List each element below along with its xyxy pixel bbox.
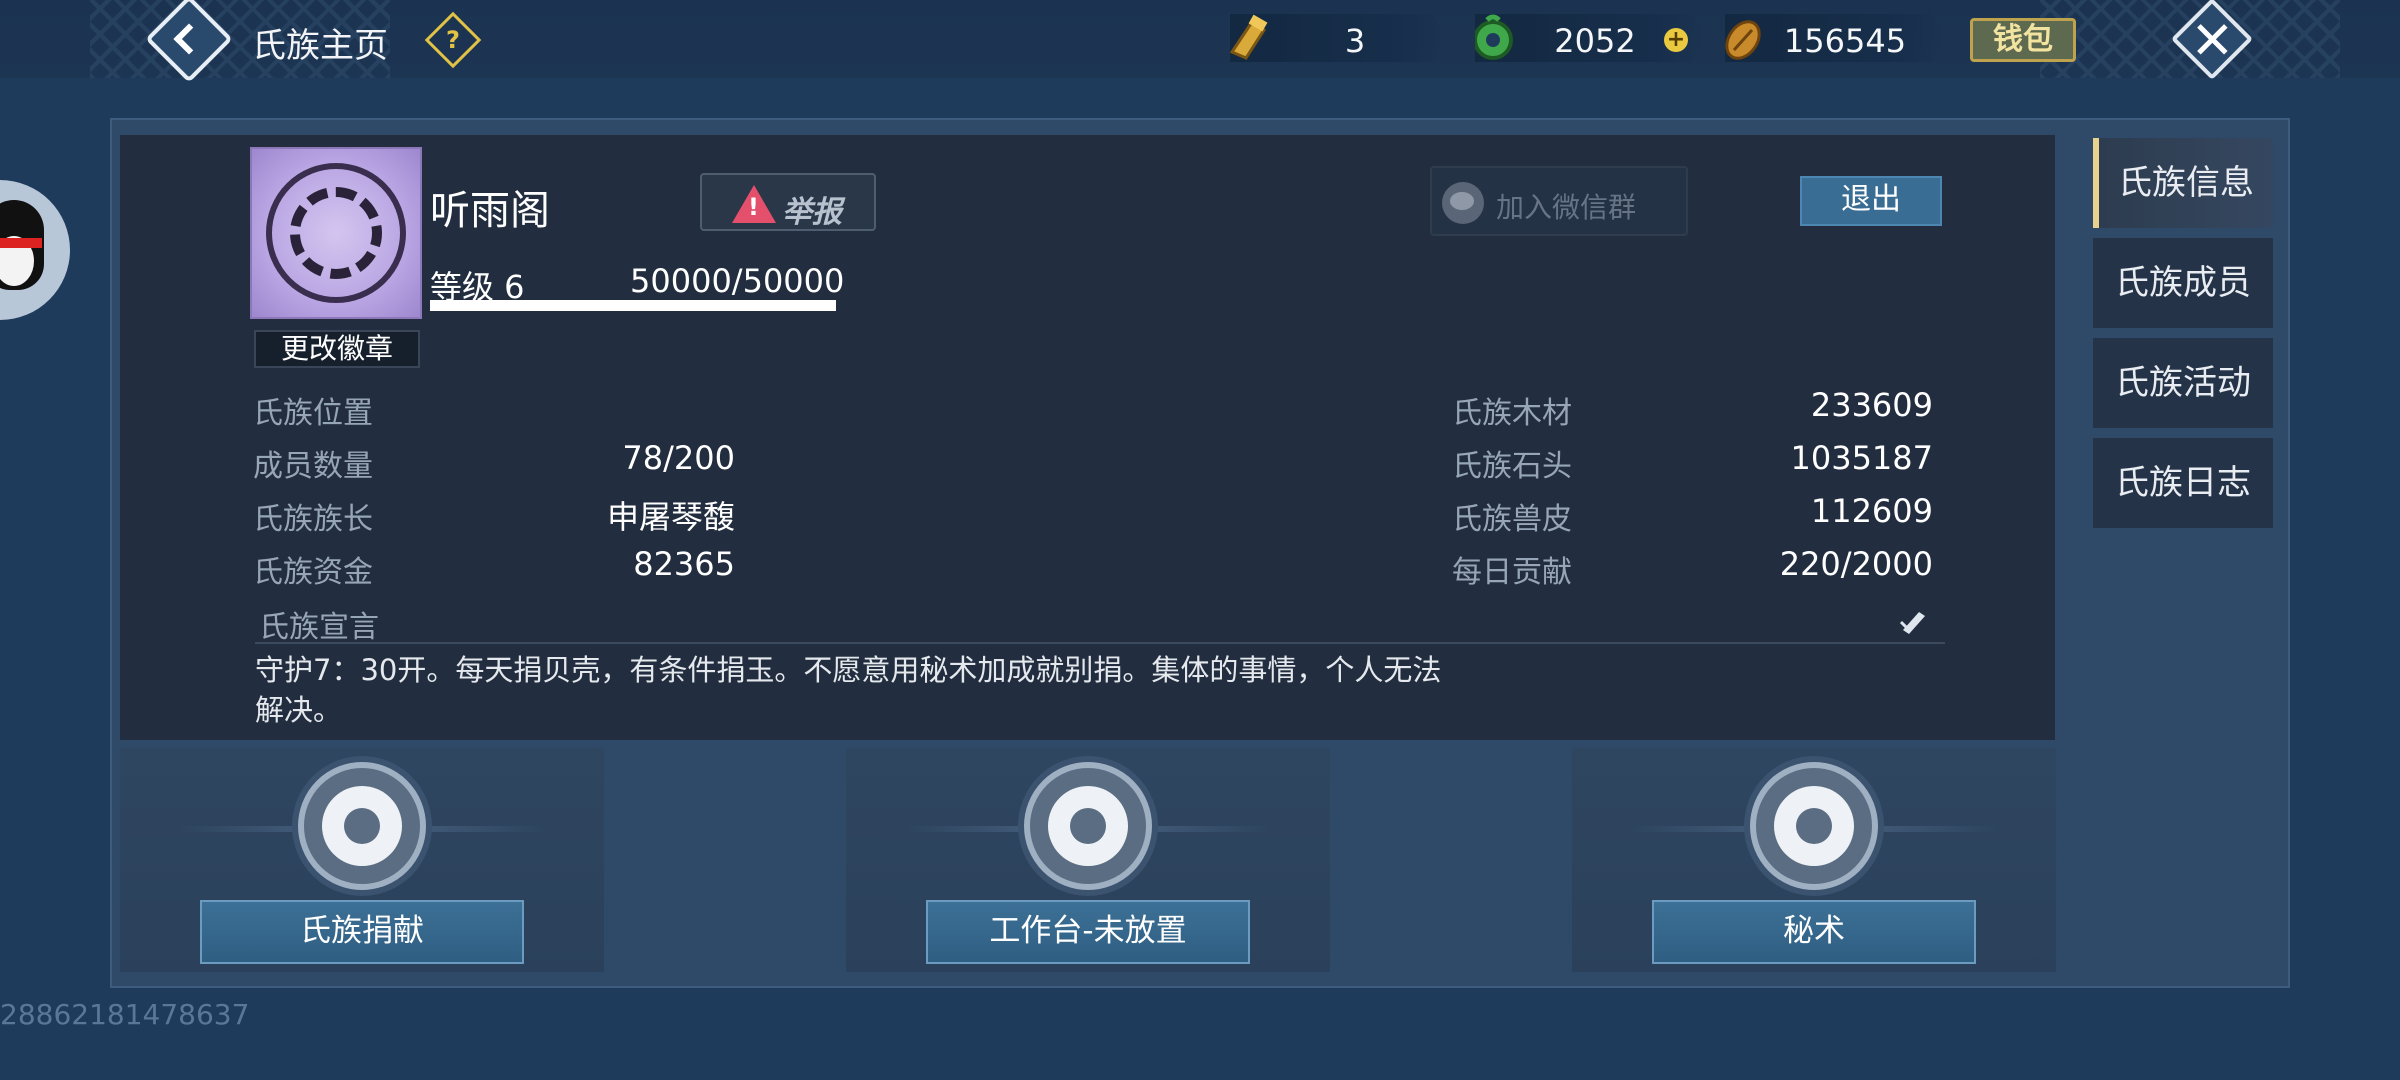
currency-shell: 156545 xyxy=(1725,14,1945,62)
stat-label-leader: 氏族族长 xyxy=(253,502,373,537)
stat-value-hide: 112609 xyxy=(1810,492,1933,530)
donate-button[interactable]: 氏族捐献 xyxy=(200,900,524,964)
currency-shell-value: 156545 xyxy=(1783,22,1907,60)
secret-art-button[interactable]: 秘术 xyxy=(1652,900,1976,964)
stat-label-stone: 氏族石头 xyxy=(1452,449,1572,484)
tab-clan-activities[interactable]: 氏族活动 xyxy=(2093,338,2273,428)
stat-value-stone: 1035187 xyxy=(1790,439,1933,477)
tab-clan-info[interactable]: 氏族信息 xyxy=(2093,138,2273,228)
stat-label-hide: 氏族兽皮 xyxy=(1452,502,1572,537)
wechat-label: 加入微信群 xyxy=(1496,191,1637,224)
manifesto-text: 守护7：30开。每天捐贝壳，有条件捐玉。不愿意用秘术加成就别捐。集体的事情，个人… xyxy=(255,653,1442,727)
action-card-secret-art: 秘术 xyxy=(1572,748,2056,972)
player-uid: 28862181478637 xyxy=(0,998,250,1031)
clan-name: 听雨阁 xyxy=(430,188,550,234)
wechat-icon xyxy=(1442,182,1484,224)
add-jade-icon[interactable]: + xyxy=(1664,28,1688,52)
chevron-left-icon xyxy=(173,23,205,55)
manifesto-label: 氏族宣言 xyxy=(259,610,379,645)
stat-label-wood: 氏族木材 xyxy=(1452,396,1572,431)
change-badge-button[interactable]: 更改徽章 xyxy=(254,330,420,368)
page-title: 氏族主页 xyxy=(252,26,388,66)
tab-clan-members[interactable]: 氏族成员 xyxy=(2093,238,2273,328)
edit-brush-icon[interactable] xyxy=(1895,602,1931,638)
donate-medal-icon xyxy=(298,762,426,890)
action-card-donate: 氏族捐献 xyxy=(120,748,604,972)
stat-value-members: 78/200 xyxy=(622,439,735,477)
currency-token-value: 3 xyxy=(1344,22,1366,60)
currency-token: 3 xyxy=(1230,14,1445,62)
manifesto-header: 氏族宣言 xyxy=(255,600,1945,645)
report-label: 举报 xyxy=(782,195,842,230)
clan-exp-fill xyxy=(430,300,836,311)
clan-exp-value: 50000/50000 xyxy=(630,262,845,300)
clan-emblem xyxy=(250,147,422,319)
stat-value-wood: 233609 xyxy=(1810,386,1933,424)
report-button[interactable]: ! 举报 xyxy=(700,173,876,231)
stat-label-funds: 氏族资金 xyxy=(253,555,373,590)
qq-penguin-avatar[interactable] xyxy=(0,180,70,320)
secret-art-medal-icon xyxy=(1750,762,1878,890)
stat-value-leader: 申屠琴馥 xyxy=(606,498,735,536)
stat-value-funds: 82365 xyxy=(633,545,735,583)
stat-label-daily-contribution: 每日贡献 xyxy=(1452,555,1572,590)
action-card-workbench: 工作台-未放置 xyxy=(846,748,1330,972)
join-wechat-group-button[interactable]: 加入微信群 xyxy=(1430,166,1688,236)
stat-label-location: 氏族位置 xyxy=(253,396,373,431)
stat-value-daily-contribution: 220/2000 xyxy=(1779,545,1933,583)
currency-jade-value: 2052 xyxy=(1554,22,1636,60)
quit-clan-button[interactable]: 退出 xyxy=(1800,176,1942,226)
clan-exp-bar xyxy=(430,300,836,311)
tab-clan-log[interactable]: 氏族日志 xyxy=(2093,438,2273,528)
stat-label-members: 成员数量 xyxy=(253,449,373,484)
wallet-button[interactable]: 钱包 xyxy=(1970,18,2076,62)
workbench-button[interactable]: 工作台-未放置 xyxy=(926,900,1250,964)
workbench-medal-icon xyxy=(1024,762,1152,890)
